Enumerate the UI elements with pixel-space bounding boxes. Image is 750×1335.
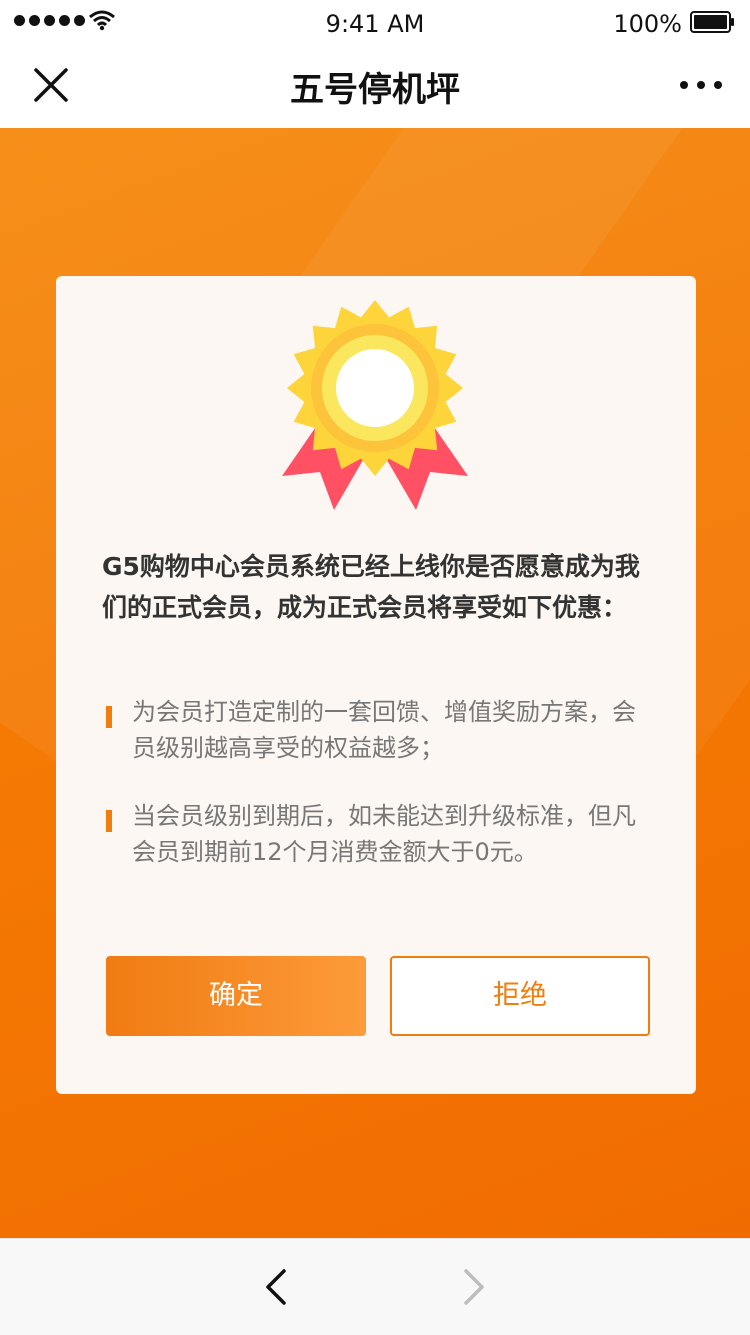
medal-icon [282,300,468,510]
benefit-item: 为会员打造定制的一套回馈、增值奖励方案，会员级别越高享受的权益越多； [106,694,646,766]
browser-toolbar [0,1238,750,1335]
chevron-left-icon[interactable] [258,1265,294,1309]
more-icon[interactable] [678,74,724,96]
main-background: G5购物中心会员系统已经上线你是否愿意成为我们的正式会员，成为正式会员将享受如下… [0,128,750,1238]
confirm-button[interactable]: 确定 [106,956,366,1036]
refuse-button[interactable]: 拒绝 [390,956,650,1036]
benefit-text: 为会员打造定制的一套回馈、增值奖励方案，会员级别越高享受的权益越多； [132,698,636,762]
chevron-right-icon[interactable] [456,1265,492,1309]
battery-icon [690,11,734,33]
status-bar: 9:41 AM 100% [0,0,750,44]
benefit-item: 当会员级别到期后，如未能达到升级标准，但凡会员到期前12个月消费金额大于0元。 [106,798,646,870]
page-title: 五号停机坪 [290,70,460,110]
battery-percent: 100% [613,10,682,38]
bullet-bar [106,706,112,728]
intro-text: G5购物中心会员系统已经上线你是否愿意成为我们的正式会员，成为正式会员将享受如下… [102,552,640,622]
benefit-text: 当会员级别到期后，如未能达到升级标准，但凡会员到期前12个月消费金额大于0元。 [132,802,636,866]
bullet-bar [106,810,112,832]
membership-dialog: G5购物中心会员系统已经上线你是否愿意成为我们的正式会员，成为正式会员将享受如下… [56,276,696,1094]
nav-bar: 五号停机坪 [0,44,750,128]
